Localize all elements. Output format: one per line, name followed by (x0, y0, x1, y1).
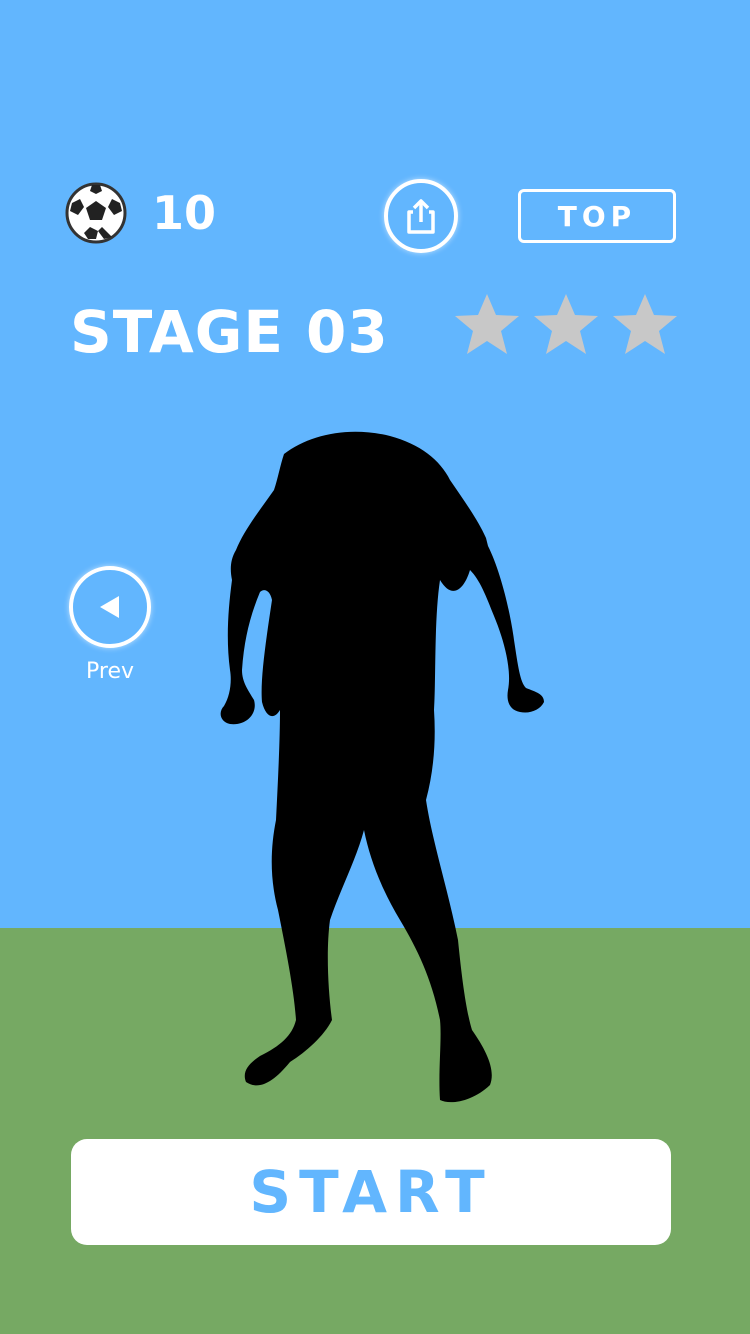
top-button[interactable]: TOP (518, 189, 676, 243)
share-icon (407, 199, 435, 234)
star-icon (613, 294, 677, 354)
triangle-left-icon (100, 596, 119, 618)
start-button[interactable]: START (71, 1139, 671, 1245)
ball-count: 10 (152, 186, 217, 240)
player-silhouette (220, 431, 544, 1103)
star-icon (534, 294, 598, 354)
share-button[interactable] (384, 179, 458, 253)
soccer-ball-icon (65, 182, 127, 244)
start-label: START (249, 1158, 493, 1226)
stage-number: 03 (306, 298, 389, 366)
prev-label: Prev (86, 659, 134, 684)
stage-label: STAGE (70, 298, 284, 366)
star-icon (455, 294, 519, 354)
prev-button[interactable] (69, 566, 151, 648)
star-rating (455, 294, 677, 354)
